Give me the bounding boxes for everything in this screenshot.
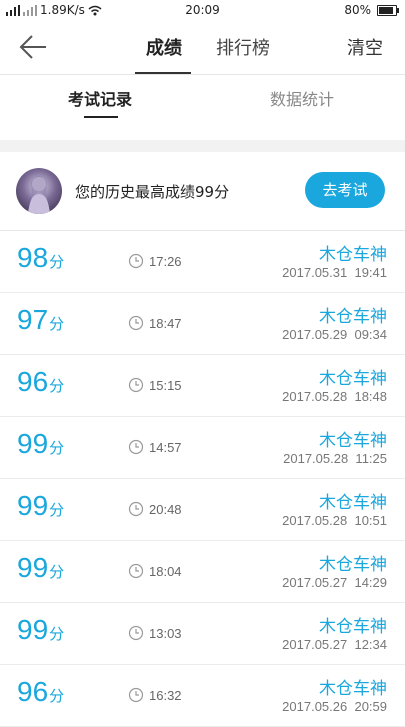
record-score: 99分 — [17, 428, 64, 460]
battery-percent: 80% — [344, 3, 371, 17]
record-row[interactable]: 98分 17:26 木仓车神 2017.05.31 19:41 — [0, 231, 405, 293]
record-row[interactable]: 97分 18:47 木仓车神 2017.05.29 09:34 — [0, 293, 405, 355]
back-button[interactable] — [18, 33, 50, 61]
record-duration: 16:32 — [149, 688, 182, 703]
subtab-exam-records[interactable]: 考试记录 — [68, 86, 132, 110]
record-score-unit: 分 — [49, 688, 65, 705]
clock-icon — [128, 377, 144, 393]
record-duration: 13:03 — [149, 626, 182, 641]
records-list: 98分 17:26 木仓车神 2017.05.31 19:41 97分 18:4… — [0, 231, 405, 727]
record-user-name: 木仓车神 — [319, 431, 387, 451]
record-duration: 17:26 — [149, 254, 182, 269]
clock-icon — [128, 687, 144, 703]
record-score-value: 97 — [17, 304, 49, 335]
record-score-unit: 分 — [49, 564, 65, 581]
record-user-name: 木仓车神 — [319, 307, 387, 327]
record-datetime: 2017.05.27 12:34 — [282, 637, 387, 652]
record-score: 98分 — [17, 242, 64, 274]
record-score-unit: 分 — [49, 626, 65, 643]
record-score: 96分 — [17, 676, 64, 708]
record-score-unit: 分 — [49, 254, 65, 271]
record-datetime: 2017.05.31 19:41 — [282, 265, 387, 280]
clear-button[interactable]: 清空 — [347, 34, 383, 60]
record-duration: 20:48 — [149, 502, 182, 517]
record-user-name: 木仓车神 — [319, 493, 387, 513]
record-row[interactable]: 99分 20:48 木仓车神 2017.05.28 10:51 — [0, 479, 405, 541]
record-duration: 18:04 — [149, 564, 182, 579]
record-user-name: 木仓车神 — [319, 369, 387, 389]
best-score-text: 您的历史最高成绩99分 — [75, 183, 230, 201]
tab-active-indicator — [135, 72, 191, 74]
record-score-unit: 分 — [49, 316, 65, 333]
record-datetime: 2017.05.28 10:51 — [282, 513, 387, 528]
clock-icon — [128, 439, 144, 455]
record-row[interactable]: 96分 16:32 木仓车神 2017.05.26 20:59 — [0, 665, 405, 727]
record-row[interactable]: 99分 14:57 木仓车神 2017.05.28 11:25 — [0, 417, 405, 479]
best-score-row: 您的历史最高成绩99分 去考试 — [0, 152, 405, 231]
record-datetime: 2017.05.27 14:29 — [282, 575, 387, 590]
record-user-name: 木仓车神 — [319, 679, 387, 699]
subtabs: 考试记录 数据统计 — [0, 75, 405, 119]
tab-score[interactable]: 成绩 — [146, 34, 182, 60]
clock-icon — [128, 625, 144, 641]
record-user-name: 木仓车神 — [319, 245, 387, 265]
record-score-unit: 分 — [49, 378, 65, 395]
record-score-value: 98 — [17, 242, 49, 273]
status-right: 80% — [344, 3, 399, 17]
clock-icon — [128, 253, 144, 269]
battery-icon — [377, 4, 399, 16]
go-exam-button[interactable]: 去考试 — [305, 172, 385, 208]
record-datetime: 2017.05.28 18:48 — [282, 389, 387, 404]
status-bar: 1.89K/s 20:09 80% — [0, 0, 405, 20]
clock-icon — [128, 315, 144, 331]
clock-icon — [128, 563, 144, 579]
section-divider — [0, 140, 405, 152]
record-score-value: 99 — [17, 428, 49, 459]
record-duration: 14:57 — [149, 440, 182, 455]
subtab-statistics[interactable]: 数据统计 — [270, 86, 334, 110]
record-row[interactable]: 99分 13:03 木仓车神 2017.05.27 12:34 — [0, 603, 405, 665]
record-score-value: 99 — [17, 552, 49, 583]
record-score-value: 99 — [17, 614, 49, 645]
back-arrow-icon — [19, 35, 46, 59]
clock-icon — [128, 501, 144, 517]
tab-ranking[interactable]: 排行榜 — [216, 34, 270, 60]
record-user-name: 木仓车神 — [319, 617, 387, 637]
record-score: 96分 — [17, 366, 64, 398]
header: 成绩 排行榜 清空 — [0, 20, 405, 75]
avatar — [16, 168, 62, 214]
record-row[interactable]: 96分 15:15 木仓车神 2017.05.28 18:48 — [0, 355, 405, 417]
record-datetime: 2017.05.28 11:25 — [283, 451, 387, 466]
record-score: 99分 — [17, 490, 64, 522]
record-score: 99分 — [17, 552, 64, 584]
record-score-value: 99 — [17, 490, 49, 521]
record-datetime: 2017.05.29 09:34 — [282, 327, 387, 342]
subtab-active-indicator — [84, 116, 118, 118]
record-score-value: 96 — [17, 366, 49, 397]
record-score-unit: 分 — [49, 440, 65, 457]
avatar-image — [28, 176, 50, 214]
record-score: 99分 — [17, 614, 64, 646]
record-score-unit: 分 — [49, 502, 65, 519]
record-row[interactable]: 99分 18:04 木仓车神 2017.05.27 14:29 — [0, 541, 405, 603]
record-datetime: 2017.05.26 20:59 — [282, 699, 387, 714]
record-duration: 15:15 — [149, 378, 182, 393]
record-user-name: 木仓车神 — [319, 555, 387, 575]
record-duration: 18:47 — [149, 316, 182, 331]
record-score-value: 96 — [17, 676, 49, 707]
record-score: 97分 — [17, 304, 64, 336]
